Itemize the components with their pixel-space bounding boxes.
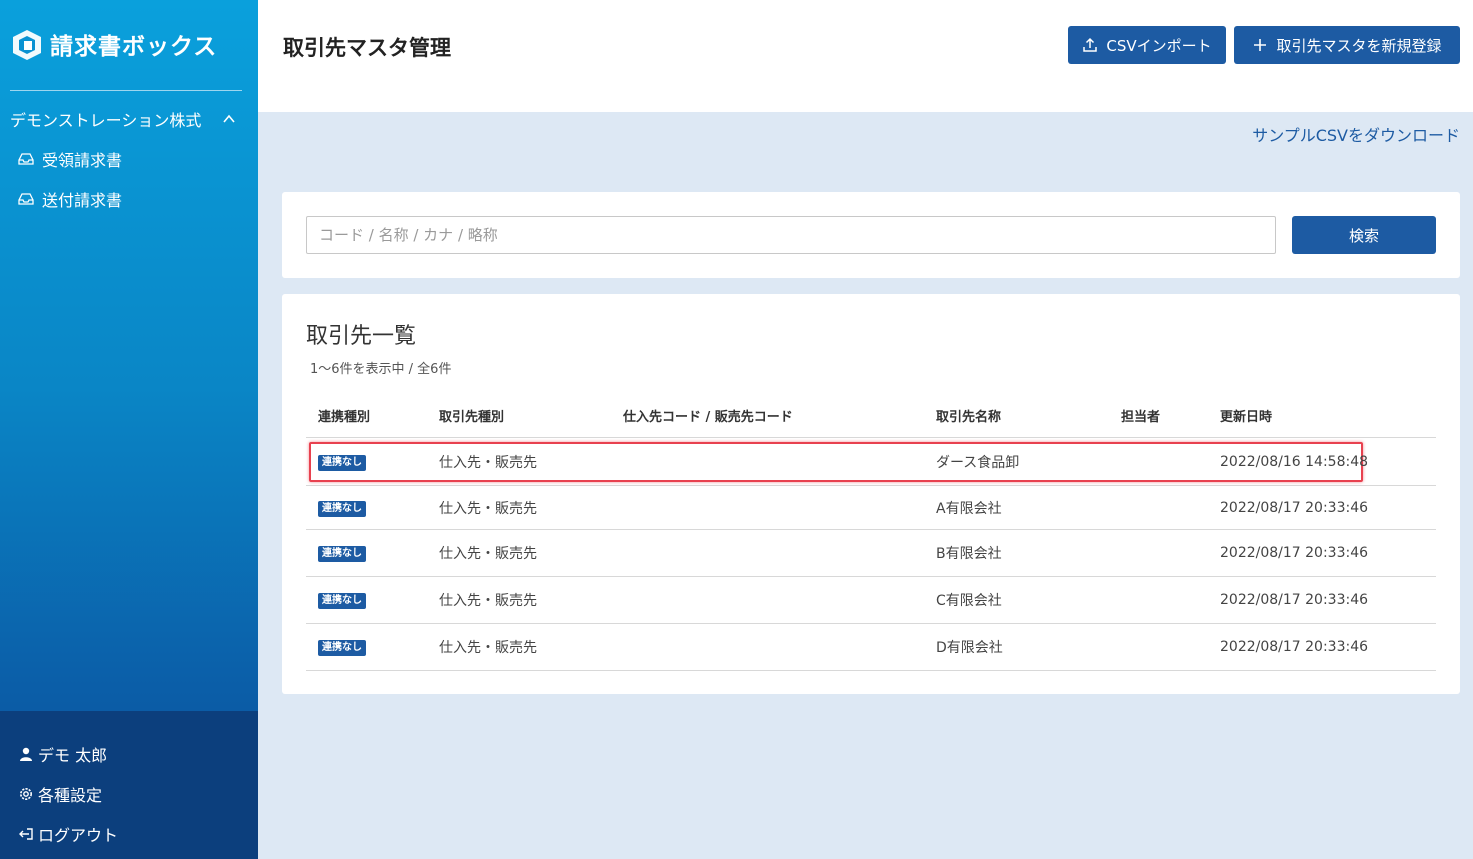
page-header: 取引先マスタ管理 CSVインポート 取引先マスタを新規登録 (258, 0, 1473, 112)
plus-icon (1254, 39, 1267, 51)
updated-cell: 2022/08/17 20:33:46 (1220, 499, 1369, 516)
search-input[interactable] (306, 216, 1276, 254)
settings-link[interactable]: 各種設定 (18, 783, 102, 805)
search-button[interactable]: 検索 (1292, 216, 1436, 254)
column-header[interactable]: 取引先種別 (439, 406, 504, 425)
table-header: 連携種別 取引先種別 仕入先コード / 販売先コード 取引先名称 担当者 更新日… (306, 402, 1436, 438)
partner-type-cell: 仕入先・販売先 (439, 454, 537, 471)
user-name: デモ 太郎 (38, 746, 108, 765)
logout-label: ログアウト (38, 826, 119, 845)
list-count: 1〜6件を表示中 / 全6件 (310, 362, 452, 377)
link-type-badge: 連携なし (318, 546, 366, 562)
table-row[interactable]: 連携なし 仕入先・販売先 D有限会社 2022/08/17 20:33:46 (306, 624, 1436, 671)
sidebar-item-sent-invoices[interactable]: 送付請求書 (18, 188, 122, 210)
csv-import-button[interactable]: CSVインポート (1068, 26, 1226, 64)
table-row[interactable]: 連携なし 仕入先・販売先 B有限会社 2022/08/17 20:33:46 (306, 530, 1436, 577)
sidebar-divider (10, 90, 242, 91)
table-row[interactable]: 連携なし 仕入先・販売先 ダース食品卸 2022/08/16 14:58:48 (306, 438, 1436, 486)
column-header[interactable]: 更新日時 (1220, 406, 1272, 425)
link-type-badge: 連携なし (318, 500, 366, 517)
partner-name-cell: D有限会社 (936, 640, 1003, 656)
logo-text: 請求書ボックス (50, 34, 218, 60)
updated-cell: 2022/08/17 20:33:46 (1220, 545, 1369, 561)
column-header[interactable]: 仕入先コード / 販売先コード (623, 406, 793, 425)
link-type-badge: 連携なし (318, 640, 366, 656)
sidebar-item-label: 送付請求書 (42, 191, 123, 210)
updated-cell: 2022/08/17 20:33:46 (1220, 592, 1369, 608)
sidebar-item-received-invoices[interactable]: 受領請求書 (18, 148, 122, 170)
company-name: デモンストレーション株式 (10, 111, 202, 130)
user-icon (20, 747, 32, 761)
sample-csv-download-link[interactable]: サンプルCSVをダウンロード (1252, 122, 1460, 146)
inbox-icon (18, 153, 34, 165)
link-type-badge: 連携なし (318, 593, 366, 609)
table-row[interactable]: 連携なし 仕入先・販売先 A有限会社 2022/08/17 20:33:46 (306, 486, 1436, 530)
page-title: 取引先マスタ管理 (283, 36, 451, 60)
partner-name-cell: ダース食品卸 (936, 454, 1020, 471)
sidebar-footer: デモ 太郎 各種設定 ログアウト (0, 711, 258, 859)
add-partner-label: 取引先マスタを新規登録 (1276, 36, 1442, 55)
app-logo[interactable]: 請求書ボックス (10, 26, 217, 62)
company-selector[interactable]: デモンストレーション株式 (10, 108, 242, 130)
inbox-icon (18, 193, 34, 205)
logo-icon (13, 30, 41, 60)
partner-type-cell: 仕入先・販売先 (439, 593, 537, 609)
partner-type-cell: 仕入先・販売先 (439, 500, 537, 517)
search-card: 検索 (282, 192, 1460, 278)
logout-link[interactable]: ログアウト (18, 823, 118, 845)
sidebar: 請求書ボックス デモンストレーション株式 受領請求書 送付請求書 デモ 太郎 各… (0, 0, 258, 859)
partner-name-cell: A有限会社 (936, 500, 1002, 517)
updated-cell: 2022/08/16 14:58:48 (1220, 453, 1369, 470)
partner-name-cell: B有限会社 (936, 546, 1002, 562)
logout-icon (19, 828, 33, 840)
csv-import-label: CSVインポート (1106, 36, 1212, 55)
column-header[interactable]: 連携種別 (318, 406, 370, 425)
sidebar-item-label: 受領請求書 (42, 151, 123, 170)
partner-type-cell: 仕入先・販売先 (439, 640, 537, 656)
gear-icon (20, 788, 32, 800)
table-row[interactable]: 連携なし 仕入先・販売先 C有限会社 2022/08/17 20:33:46 (306, 577, 1436, 624)
updated-cell: 2022/08/17 20:33:46 (1220, 639, 1369, 655)
column-header[interactable]: 担当者 (1121, 406, 1160, 425)
partner-name-cell: C有限会社 (936, 593, 1002, 609)
settings-label: 各種設定 (38, 786, 103, 805)
link-type-badge: 連携なし (318, 454, 366, 471)
upload-icon (1083, 37, 1098, 52)
list-title: 取引先一覧 (306, 324, 417, 349)
add-partner-button[interactable]: 取引先マスタを新規登録 (1234, 26, 1460, 64)
user-menu[interactable]: デモ 太郎 (18, 743, 107, 765)
partner-type-cell: 仕入先・販売先 (439, 546, 537, 562)
partner-list-card: 取引先一覧 1〜6件を表示中 / 全6件 連携種別 取引先種別 仕入先コード /… (282, 294, 1460, 694)
column-header[interactable]: 取引先名称 (936, 406, 1001, 425)
chevron-up-icon (223, 114, 235, 123)
